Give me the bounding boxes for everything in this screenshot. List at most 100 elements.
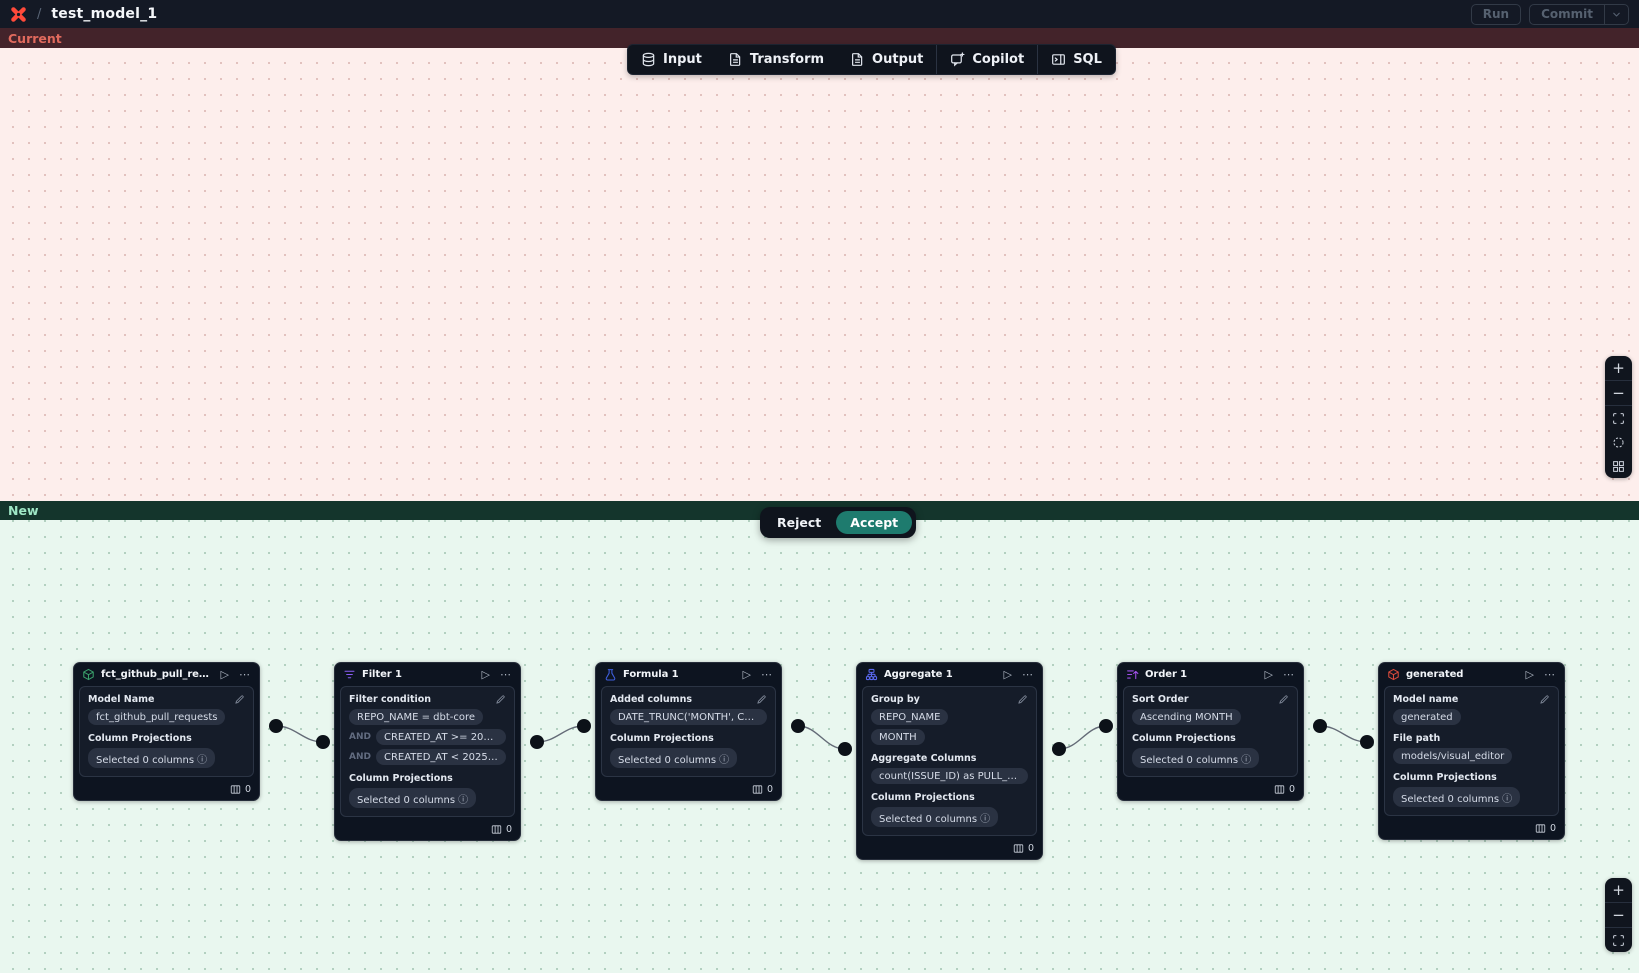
connection-handle[interactable] xyxy=(1052,742,1066,756)
zoom-out-button[interactable]: − xyxy=(1605,903,1632,927)
model-name-pill[interactable]: fct_github_pull_requests xyxy=(88,709,225,725)
run-node-button[interactable]: ▷ xyxy=(1002,669,1014,680)
node-filter-1[interactable]: Filter 1 ▷ ⋯ Filter condition REPO_NAME … xyxy=(334,662,521,841)
column-projections-pill[interactable]: Selected 0 columnsⓘ xyxy=(349,788,476,808)
field-label: File path xyxy=(1393,733,1550,744)
group-by-pill[interactable]: REPO_NAME xyxy=(871,709,948,725)
node-footer: 0 xyxy=(74,782,259,800)
commit-menu-button[interactable] xyxy=(1604,5,1628,24)
panel-right-icon xyxy=(1051,52,1066,67)
edit-icon[interactable] xyxy=(1539,694,1550,705)
zoom-in-button[interactable]: + xyxy=(1605,356,1632,380)
info-icon: ⓘ xyxy=(719,755,729,766)
filter-condition-pill[interactable]: CREATED_AT >= 2024-12-01 xyxy=(376,729,506,745)
connection-handle[interactable] xyxy=(530,735,544,749)
toolbar-item-sql[interactable]: SQL xyxy=(1038,45,1115,74)
node-order-1[interactable]: Order 1 ▷ ⋯ Sort Order Ascending MONTH C… xyxy=(1117,662,1304,801)
node-aggregate-1[interactable]: Aggregate 1 ▷ ⋯ Group by REPO_NAME MONTH… xyxy=(856,662,1043,860)
node-header: fct_github_pull_requests ▷ ⋯ xyxy=(74,663,259,685)
column-projections-pill[interactable]: Selected 0 columnsⓘ xyxy=(88,748,215,768)
edge xyxy=(1052,719,1113,756)
connection-handle[interactable] xyxy=(1099,719,1113,733)
connection-handle[interactable] xyxy=(1313,719,1327,733)
connection-handle[interactable] xyxy=(316,735,330,749)
chevron-down-icon xyxy=(1611,9,1622,20)
added-columns-pill[interactable]: DATE_TRUNC('MONTH', CREATED_AT… xyxy=(610,709,767,725)
zoom-out-button[interactable]: − xyxy=(1605,381,1632,405)
fit-view-button[interactable] xyxy=(1605,406,1632,430)
hierarchy-icon xyxy=(865,668,878,681)
field-label: Model Name xyxy=(88,694,155,705)
node-body: Model name generated File path models/vi… xyxy=(1384,686,1559,816)
connection-handle[interactable] xyxy=(577,719,591,733)
tile-view-button[interactable] xyxy=(1605,454,1632,478)
run-node-button[interactable]: ▷ xyxy=(1524,669,1536,680)
fit-view-button[interactable] xyxy=(1605,928,1632,952)
edit-icon[interactable] xyxy=(1278,694,1289,705)
node-footer: 0 xyxy=(857,841,1042,859)
zoom-in-button[interactable]: + xyxy=(1605,878,1632,902)
new-canvas[interactable]: Reject Accept xyxy=(0,520,1639,973)
toolbar-item-transform[interactable]: Transform xyxy=(715,45,837,74)
node-menu-button[interactable]: ⋯ xyxy=(1542,669,1557,680)
node-title: Filter 1 xyxy=(362,669,474,680)
dbt-logo-icon[interactable] xyxy=(10,6,27,23)
toolbar-item-output[interactable]: Output xyxy=(837,45,936,74)
accept-button[interactable]: Accept xyxy=(836,511,912,534)
node-menu-button[interactable]: ⋯ xyxy=(498,669,513,680)
filter-condition-pill[interactable]: REPO_NAME = dbt-core xyxy=(349,709,483,725)
edge xyxy=(791,719,852,756)
reject-button[interactable]: Reject xyxy=(764,511,834,534)
cube-icon xyxy=(1387,668,1400,681)
column-projections-pill[interactable]: Selected 0 columnsⓘ xyxy=(1132,748,1259,768)
run-node-button[interactable]: ▷ xyxy=(741,669,753,680)
row-count: 0 xyxy=(1550,823,1556,834)
commit-split-button: Commit xyxy=(1529,4,1629,25)
connection-handle[interactable] xyxy=(1360,735,1374,749)
run-node-button[interactable]: ▷ xyxy=(219,669,231,680)
current-canvas[interactable]: Input Transform Output Copilot xyxy=(0,48,1639,501)
run-node-button[interactable]: ▷ xyxy=(480,669,492,680)
locate-button[interactable] xyxy=(1605,430,1632,454)
edit-icon[interactable] xyxy=(1017,694,1028,705)
toolbar-item-copilot[interactable]: Copilot xyxy=(937,45,1037,74)
commit-button[interactable]: Commit xyxy=(1530,5,1604,24)
connection-handle[interactable] xyxy=(838,742,852,756)
node-menu-button[interactable]: ⋯ xyxy=(1020,669,1035,680)
file-path-pill[interactable]: models/visual_editor xyxy=(1393,748,1512,764)
column-projections-pill[interactable]: Selected 0 columnsⓘ xyxy=(1393,787,1520,807)
group-by-pill[interactable]: MONTH xyxy=(871,729,925,745)
node-generated[interactable]: generated ▷ ⋯ Model name generated File … xyxy=(1378,662,1565,840)
node-menu-button[interactable]: ⋯ xyxy=(759,669,774,680)
edit-icon[interactable] xyxy=(234,694,245,705)
toolbar-item-input[interactable]: Input xyxy=(628,45,715,74)
node-menu-button[interactable]: ⋯ xyxy=(237,669,252,680)
sort-order-pill[interactable]: Ascending MONTH xyxy=(1132,709,1241,725)
field-label: Sort Order xyxy=(1132,694,1189,705)
model-name-pill[interactable]: generated xyxy=(1393,709,1461,725)
dashed-circle-icon xyxy=(1612,436,1625,449)
run-button[interactable]: Run xyxy=(1471,4,1521,25)
node-formula-1[interactable]: Formula 1 ▷ ⋯ Added columns DATE_TRUNC('… xyxy=(595,662,782,801)
connection-handle[interactable] xyxy=(269,719,283,733)
filter-condition-pill[interactable]: CREATED_AT < 2025-03-01 xyxy=(376,749,506,765)
column-projections-pill[interactable]: Selected 0 columnsⓘ xyxy=(610,748,737,768)
column-projections-pill[interactable]: Selected 0 columnsⓘ xyxy=(871,807,998,827)
edit-icon[interactable] xyxy=(756,694,767,705)
document-icon xyxy=(850,52,865,67)
node-fct-github-pull-requests[interactable]: fct_github_pull_requests ▷ ⋯ Model Name … xyxy=(73,662,260,801)
edit-icon[interactable] xyxy=(495,694,506,705)
diff-review-actions: Reject Accept xyxy=(760,507,916,538)
field-label: Column Projections xyxy=(1132,733,1289,744)
edge xyxy=(269,719,330,749)
run-node-button[interactable]: ▷ xyxy=(1263,669,1275,680)
table-icon xyxy=(1274,784,1285,795)
aggregate-columns-pill[interactable]: count(ISSUE_ID) as PULL_REQUEST_… xyxy=(871,768,1028,784)
copilot-icon xyxy=(950,52,965,67)
grid-icon xyxy=(1612,460,1625,473)
node-menu-button[interactable]: ⋯ xyxy=(1281,669,1296,680)
new-band-label: New xyxy=(8,503,39,518)
connection-handle[interactable] xyxy=(791,719,805,733)
info-icon: ⓘ xyxy=(1241,755,1251,766)
field-label: Column Projections xyxy=(871,792,1028,803)
